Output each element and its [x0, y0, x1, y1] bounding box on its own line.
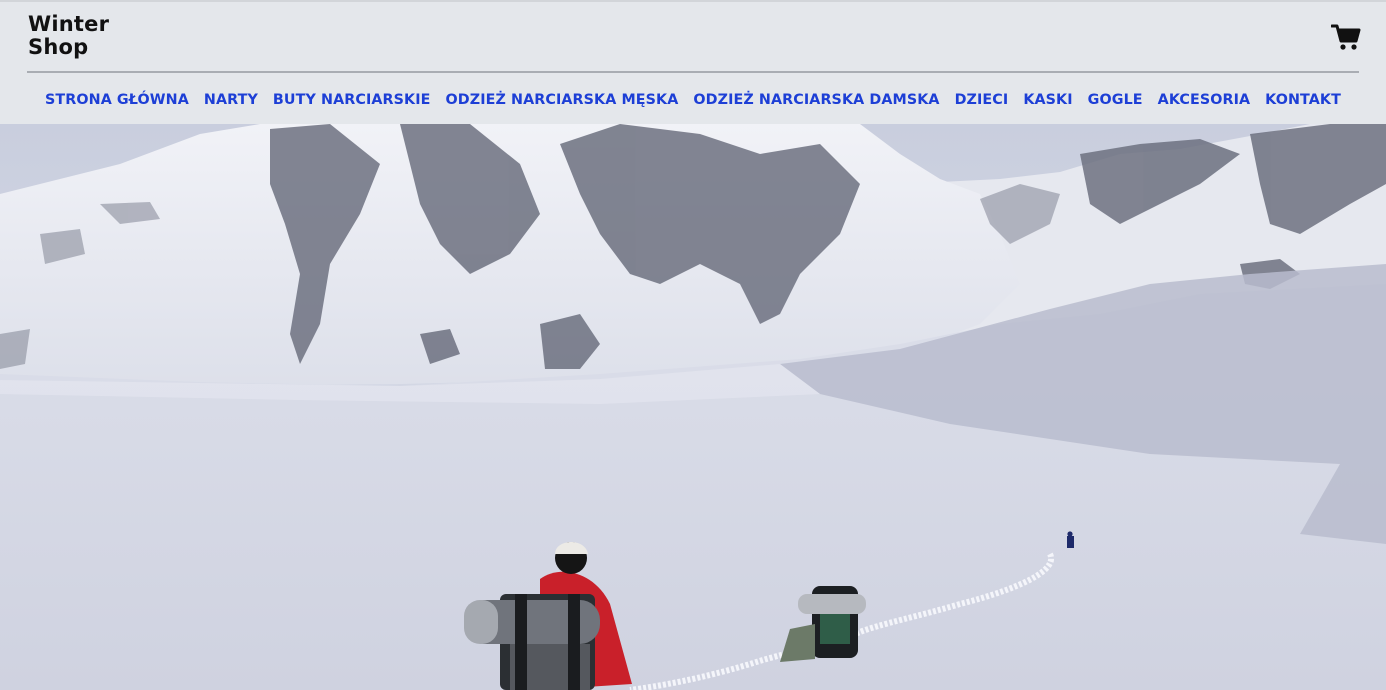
nav-item-kids[interactable]: DZIECI [955, 89, 1009, 111]
hero-mountain-scene [0, 124, 1386, 690]
site-logo[interactable]: Winter Shop [28, 13, 109, 59]
nav-item-helmets[interactable]: KASKI [1023, 89, 1072, 111]
nav-item-womens-ski-clothing[interactable]: ODZIEŻ NARCIARSKA DAMSKA [693, 89, 939, 111]
logo-line-1: Winter [28, 12, 110, 36]
main-navigation: STRONA GŁÓWNA NARTY BUTY NARCIARSKIE ODZ… [0, 89, 1386, 111]
nav-item-ski-boots[interactable]: BUTY NARCIARSKIE [273, 89, 431, 111]
nav-item-home[interactable]: STRONA GŁÓWNA [45, 89, 189, 111]
shopping-cart-icon[interactable] [1330, 22, 1361, 52]
nav-item-mens-ski-clothing[interactable]: ODZIEŻ NARCIARSKA MĘSKA [446, 89, 679, 111]
logo-line-2: Shop [28, 35, 89, 59]
site-header: Winter Shop STRONA GŁÓWNA NARTY BUTY NAR… [0, 0, 1386, 124]
nav-item-contact[interactable]: KONTAKT [1265, 89, 1341, 111]
nav-item-accessories[interactable]: AKCESORIA [1158, 89, 1251, 111]
header-divider [27, 71, 1359, 73]
nav-item-goggles[interactable]: GOGLE [1088, 89, 1143, 111]
nav-item-skis[interactable]: NARTY [204, 89, 258, 111]
hero-image [0, 124, 1386, 690]
